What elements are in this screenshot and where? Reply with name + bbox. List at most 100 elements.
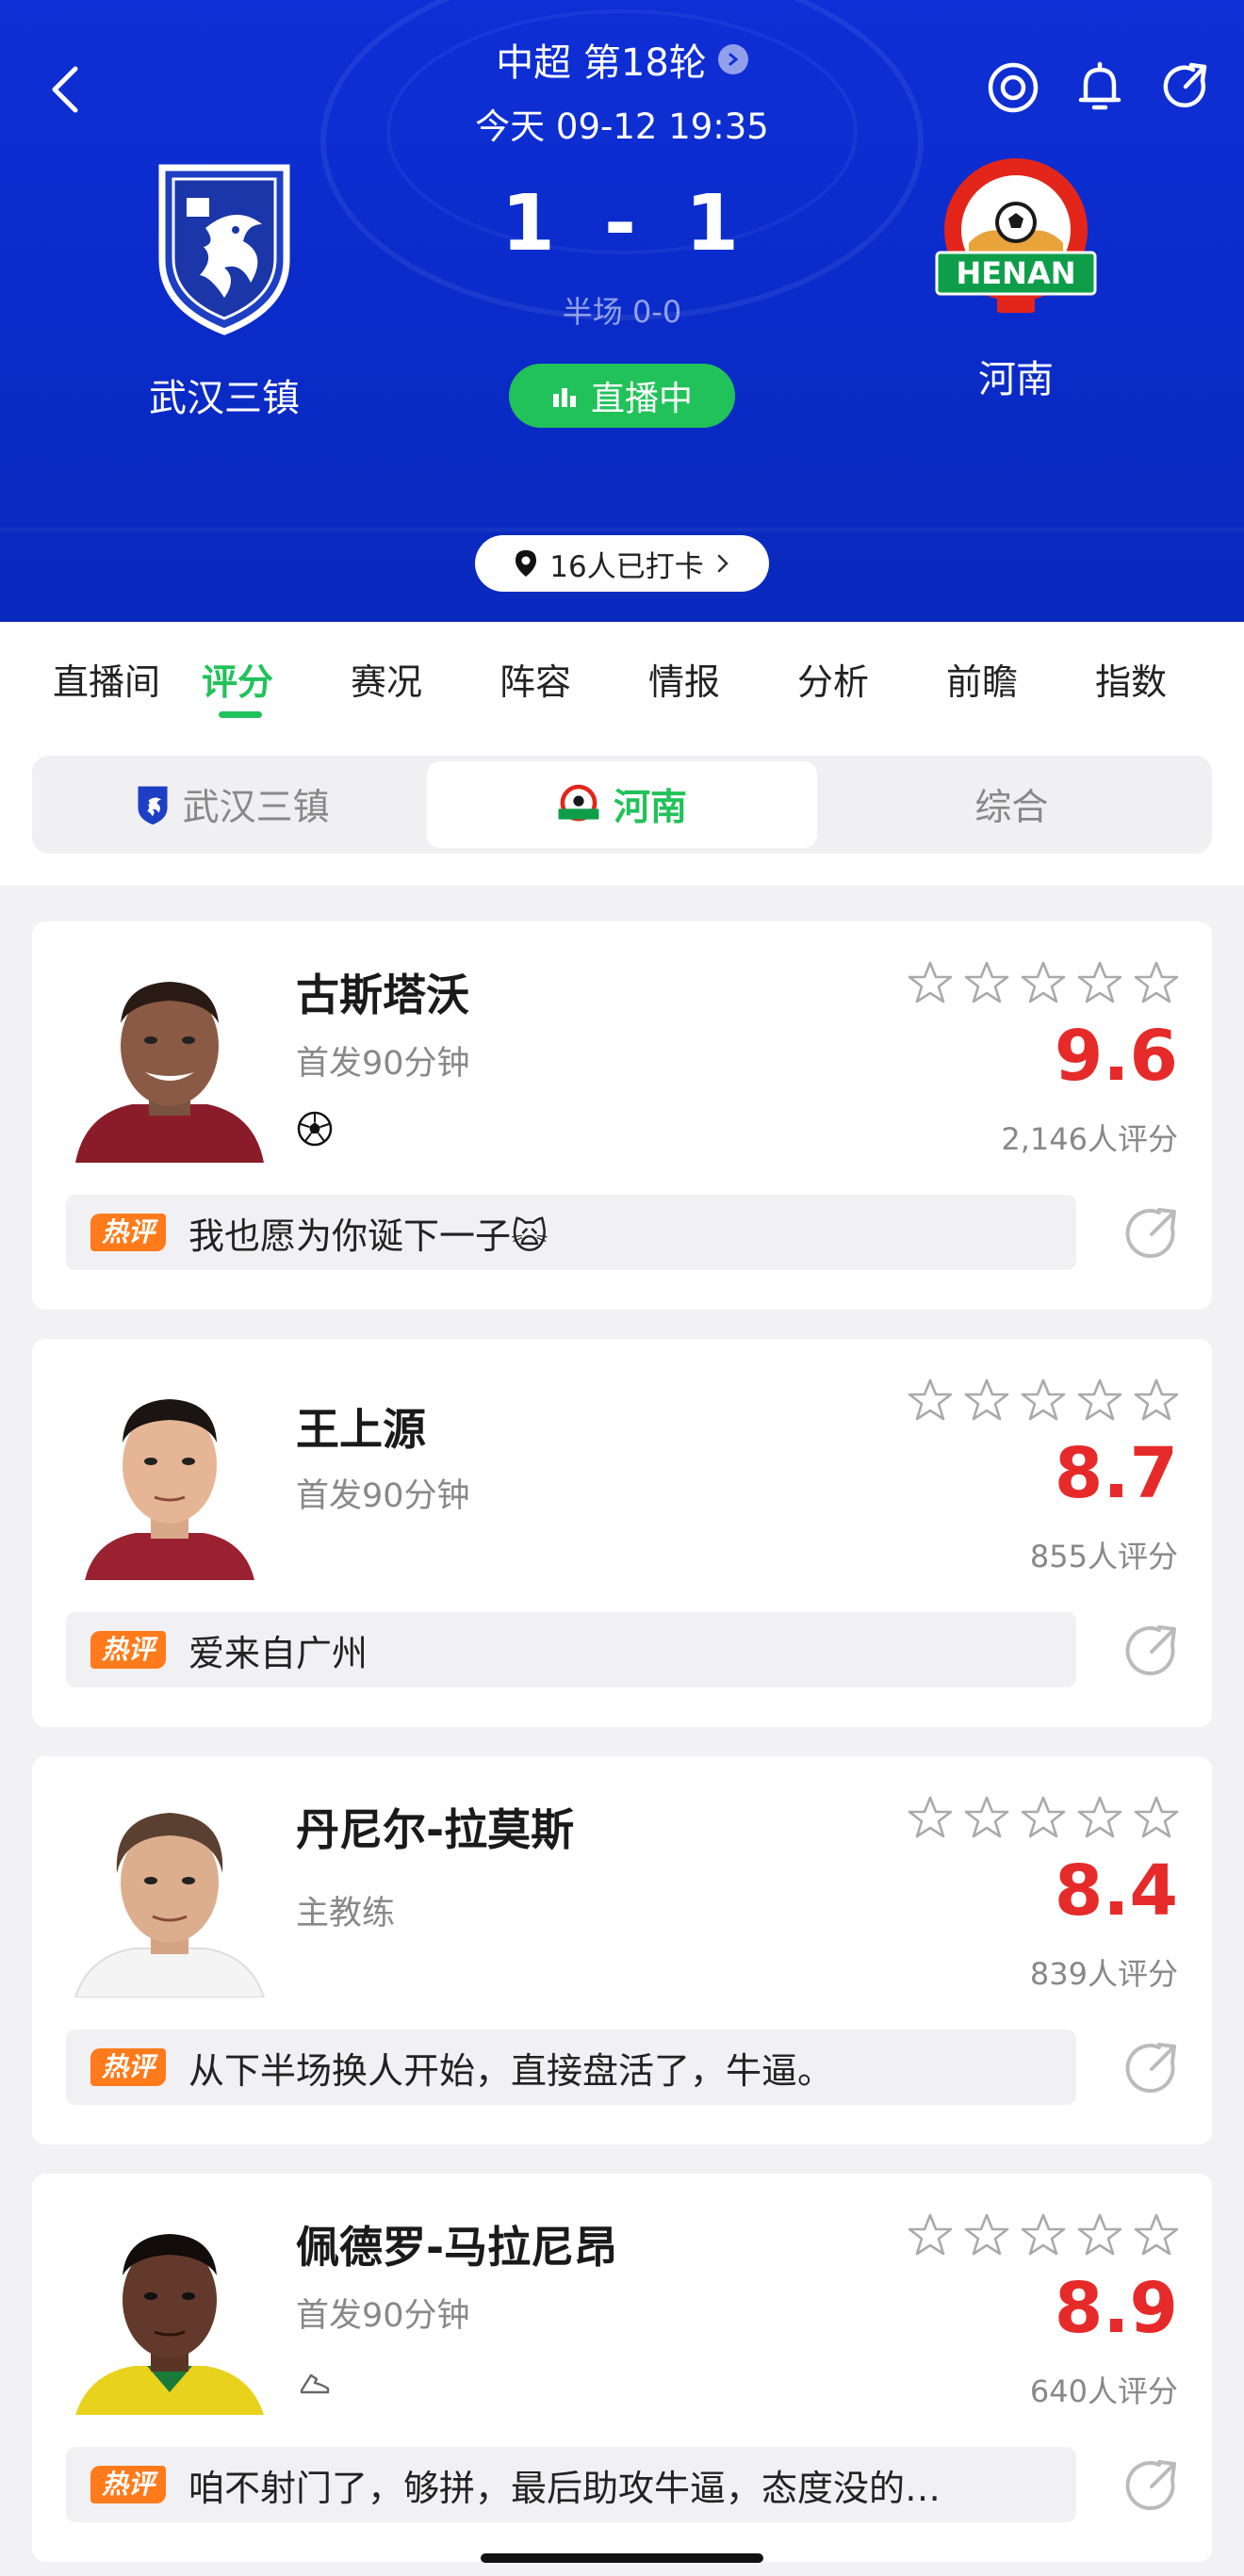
tab-lineup[interactable]: 阵容 bbox=[499, 653, 648, 705]
notify-button[interactable] bbox=[1071, 58, 1129, 117]
hot-comment-text: 爱来自广州 bbox=[188, 1632, 368, 1674]
tab-preview[interactable]: 前瞻 bbox=[946, 653, 1095, 705]
hot-comment-badge: 热评 bbox=[90, 1214, 167, 1251]
hot-comment[interactable]: 热评 从下半场换人开始，直接盘活了，牛逼。 bbox=[66, 2030, 1076, 2105]
player-role: 首发90分钟 bbox=[296, 1477, 470, 1515]
share-button[interactable] bbox=[1157, 58, 1216, 117]
star-rating-input[interactable] bbox=[907, 1377, 1180, 1424]
segment-overall[interactable]: 综合 bbox=[817, 761, 1206, 848]
star-icon[interactable] bbox=[1076, 1794, 1123, 1841]
tab-live-room[interactable]: 直播间 bbox=[53, 653, 202, 705]
star-icon[interactable] bbox=[1133, 2211, 1180, 2258]
away-score: 1 bbox=[685, 179, 744, 269]
hot-comment-text: 我也愿为你诞下一子🙀 bbox=[188, 1215, 548, 1257]
home-score: 1 bbox=[500, 179, 559, 269]
star-icon[interactable] bbox=[907, 1377, 954, 1424]
player-avatar bbox=[66, 1373, 273, 1580]
hot-comment[interactable]: 热评 咱不射门了，够拼，最后助攻牛逼，态度没的… bbox=[66, 2447, 1076, 2522]
tab-match-status[interactable]: 赛况 bbox=[351, 653, 499, 705]
player-rating-card[interactable]: 佩德罗-马拉尼昂 首发90分钟 8.9 640人评分 热评 咱不射门了，够拼，最… bbox=[32, 2174, 1212, 2562]
svg-text:HENAN: HENAN bbox=[957, 255, 1076, 291]
player-name: 古斯塔沃 bbox=[296, 970, 469, 1020]
star-icon[interactable] bbox=[963, 959, 1010, 1006]
star-icon[interactable] bbox=[1020, 1377, 1067, 1424]
score-separator: - bbox=[603, 179, 641, 269]
rating-count: 640人评分 bbox=[1029, 2373, 1178, 2409]
star-rating-input[interactable] bbox=[907, 959, 1180, 1006]
player-rating: 8.9 bbox=[1054, 2268, 1178, 2349]
chevron-right-icon bbox=[717, 554, 728, 573]
hot-comment-badge: 热评 bbox=[90, 2048, 167, 2086]
wuhan-three-towns-logo bbox=[138, 786, 168, 825]
hot-comment[interactable]: 热评 我也愿为你诞下一子🙀 bbox=[66, 1195, 1076, 1270]
hot-comment[interactable]: 热评 爱来自广州 bbox=[66, 1612, 1076, 1687]
live-button[interactable]: 直播中 bbox=[509, 364, 735, 428]
share-icon[interactable] bbox=[1121, 2039, 1182, 2099]
player-avatar bbox=[66, 2208, 273, 2415]
rating-count: 855人评分 bbox=[1029, 1539, 1178, 1574]
star-icon[interactable] bbox=[1076, 2211, 1123, 2258]
match-header: 中超 第18轮 今天 09-12 19:35 武汉三镇 1 - 1 半场 0-0… bbox=[0, 0, 1244, 622]
team-segment-control: 武汉三镇 河南 综合 bbox=[32, 756, 1212, 854]
star-icon[interactable] bbox=[1133, 1377, 1180, 1424]
star-icon[interactable] bbox=[963, 1377, 1010, 1424]
coach-avatar bbox=[66, 1790, 273, 1997]
player-role: 首发90分钟 bbox=[296, 1045, 470, 1083]
star-icon[interactable] bbox=[1076, 1377, 1123, 1424]
player-role: 首发90分钟 bbox=[296, 2297, 470, 2335]
hot-comment-badge: 热评 bbox=[90, 2466, 167, 2503]
away-team[interactable]: HENAN 河南 bbox=[893, 156, 1138, 403]
player-role: 主教练 bbox=[296, 1895, 396, 1932]
rating-count: 2,146人评分 bbox=[1001, 1121, 1178, 1157]
player-avatar bbox=[66, 955, 273, 1163]
hot-comment-text: 从下半场换人开始，直接盘活了，牛逼。 bbox=[188, 2049, 834, 2092]
player-rating-card[interactable]: 丹尼尔-拉莫斯 主教练 8.4 839人评分 热评 从下半场换人开始，直接盘活了… bbox=[32, 1756, 1212, 2144]
share-icon[interactable] bbox=[1121, 2456, 1182, 2517]
player-rating-card[interactable]: 古斯塔沃 首发90分钟 9.6 2,146人评分 热评 我也愿为你诞下一子🙀 bbox=[32, 921, 1212, 1310]
checkin-button[interactable]: 16人已打卡 bbox=[475, 535, 769, 592]
star-icon[interactable] bbox=[1020, 2211, 1067, 2258]
star-icon[interactable] bbox=[1133, 959, 1180, 1006]
chevron-right-icon bbox=[717, 44, 748, 74]
star-icon[interactable] bbox=[1020, 959, 1067, 1006]
star-icon[interactable] bbox=[907, 2211, 954, 2258]
star-rating-input[interactable] bbox=[907, 2211, 1180, 2258]
tab-ratings[interactable]: 评分 bbox=[202, 653, 351, 718]
tab-odds[interactable]: 指数 bbox=[1095, 653, 1244, 705]
star-icon[interactable] bbox=[1076, 959, 1123, 1006]
segment-home-label: 武汉三镇 bbox=[182, 787, 330, 829]
player-rating-card[interactable]: 王上源 首发90分钟 8.7 855人评分 热评 爱来自广州 bbox=[32, 1339, 1212, 1727]
league-label: 中超 第18轮 bbox=[496, 41, 707, 85]
star-icon[interactable] bbox=[907, 1794, 954, 1841]
live-label: 直播中 bbox=[590, 380, 693, 418]
home-indicator[interactable] bbox=[481, 2553, 763, 2563]
tab-intel[interactable]: 情报 bbox=[648, 653, 797, 705]
star-icon[interactable] bbox=[907, 959, 954, 1006]
tab-bar: 直播间 评分 赛况 阵容 情报 分析 前瞻 指数 bbox=[0, 622, 1244, 735]
soccer-ball-icon bbox=[297, 1111, 333, 1147]
share-icon[interactable] bbox=[1121, 1204, 1182, 1264]
hot-comment-badge: 热评 bbox=[90, 1631, 167, 1669]
target-icon bbox=[988, 62, 1039, 113]
star-icon[interactable] bbox=[963, 2211, 1010, 2258]
tab-analysis[interactable]: 分析 bbox=[797, 653, 946, 705]
player-name: 丹尼尔-拉莫斯 bbox=[296, 1804, 575, 1855]
checkin-label: 16人已打卡 bbox=[549, 549, 704, 584]
follow-button[interactable] bbox=[984, 58, 1042, 117]
share-icon bbox=[1163, 62, 1207, 108]
star-icon[interactable] bbox=[1020, 1794, 1067, 1841]
segment-away-label: 河南 bbox=[613, 787, 687, 829]
henan-fc-logo bbox=[558, 784, 599, 822]
segment-away[interactable]: 河南 bbox=[427, 761, 817, 848]
team-segment-area: 武汉三镇 河南 综合 bbox=[0, 735, 1244, 886]
share-icon[interactable] bbox=[1121, 1622, 1182, 1682]
segment-home[interactable]: 武汉三镇 bbox=[38, 761, 427, 848]
segment-overall-label: 综合 bbox=[974, 787, 1049, 829]
player-name: 佩德罗-马拉尼昂 bbox=[296, 2222, 618, 2273]
star-icon[interactable] bbox=[963, 1794, 1010, 1841]
star-rating-input[interactable] bbox=[907, 1794, 1180, 1841]
star-icon[interactable] bbox=[1133, 1794, 1180, 1841]
player-rating: 8.7 bbox=[1054, 1433, 1178, 1514]
rating-count: 839人评分 bbox=[1029, 1956, 1178, 1992]
hot-comment-text: 咱不射门了，够拼，最后助攻牛逼，态度没的… bbox=[188, 2467, 941, 2509]
